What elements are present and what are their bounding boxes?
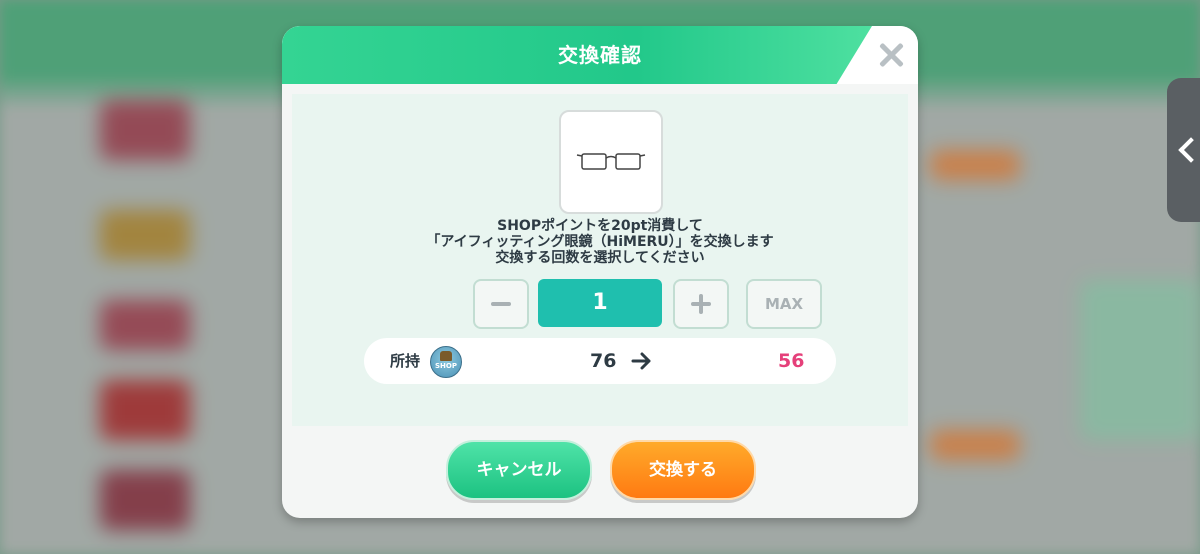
plus-icon [691,294,711,314]
side-panel-toggle[interactable] [1167,78,1200,222]
chevron-left-icon [1178,137,1200,163]
shop-icon-text: SHOP [435,362,457,370]
max-button[interactable]: MAX [746,279,822,329]
exchange-message: SHOPポイントを20pt消費して 「アイフィッティング眼鏡（HiMERU）」を… [292,218,908,266]
owned-before-value: 76 [590,350,617,372]
dialog-header: 交換確認 [282,26,918,84]
message-line-1: SHOPポイントを20pt消費して [497,218,703,234]
exchange-button[interactable]: 交換する [610,440,756,500]
dialog-content: SHOPポイントを20pt消費して 「アイフィッティング眼鏡（HiMERU）」を… [292,94,908,426]
exchange-confirm-dialog: 交換確認 SHOPポイントを20pt消費して 「アイフィッティング眼鏡（HiME… [282,26,918,518]
glasses-icon [576,153,646,170]
arrow-right-icon [631,352,651,370]
cancel-button[interactable]: キャンセル [446,440,592,500]
shop-point-icon: SHOP [430,346,462,378]
quantity-field[interactable]: 1 [538,279,662,327]
message-line-3: 交換する回数を選択してください [495,250,705,266]
minus-icon [491,302,511,306]
owned-points-bar: 所持 SHOP 76 56 [364,338,836,384]
item-thumbnail [559,110,663,214]
increase-button[interactable] [673,279,729,329]
message-line-2: 「アイフィッティング眼鏡（HiMERU）」を交換します [426,234,774,250]
owned-after-value: 56 [778,350,805,372]
owned-label: 所持 [390,352,421,370]
close-icon[interactable] [876,40,906,70]
decrease-button[interactable] [473,279,529,329]
dialog-title: 交換確認 [558,43,642,67]
